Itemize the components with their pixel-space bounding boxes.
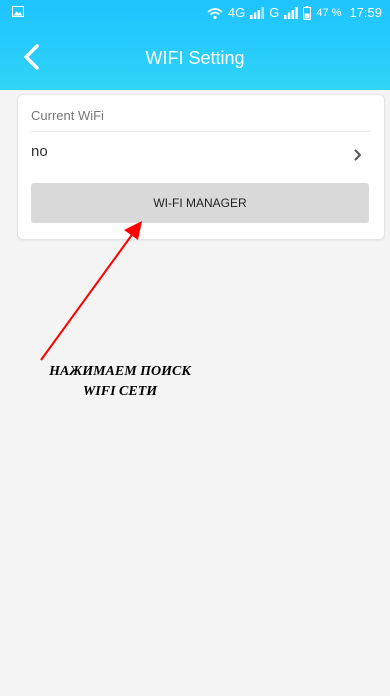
divider	[31, 131, 371, 132]
network-type-1: 4G	[227, 5, 246, 20]
annotation-caption: НАЖИМАЕМ ПОИСК WIFI СЕТИ	[5, 362, 235, 402]
wifi-icon	[207, 7, 223, 19]
signal-icon	[284, 7, 299, 19]
app-header: 4G G 47 % 17:59 WIFI Setting	[0, 0, 390, 90]
image-icon	[12, 6, 24, 17]
status-bar: 4G G 47 % 17:59	[0, 0, 390, 26]
wifi-card: Current WiFi no WI-FI MANAGER	[17, 94, 385, 240]
annotation-line-1: НАЖИМАЕМ ПОИСК	[49, 364, 191, 379]
wifi-manager-button[interactable]: WI-FI MANAGER	[31, 183, 369, 223]
current-wifi-row[interactable]: no	[18, 133, 384, 173]
card-header: Current WiFi	[31, 108, 104, 123]
signal-icon	[250, 7, 265, 19]
battery-percent: 47 %	[316, 7, 342, 19]
battery-icon	[303, 6, 312, 20]
page-title: WIFI Setting	[145, 48, 245, 68]
status-indicators: 4G G 47 % 17:59	[207, 3, 382, 23]
nav-bar: WIFI Setting	[0, 30, 390, 84]
clock: 17:59	[349, 5, 382, 20]
network-type-2: G	[269, 5, 280, 20]
current-wifi-value: no	[31, 143, 48, 160]
chevron-right-icon	[354, 149, 361, 161]
annotation-line-2: WIFI СЕТИ	[82, 384, 158, 399]
